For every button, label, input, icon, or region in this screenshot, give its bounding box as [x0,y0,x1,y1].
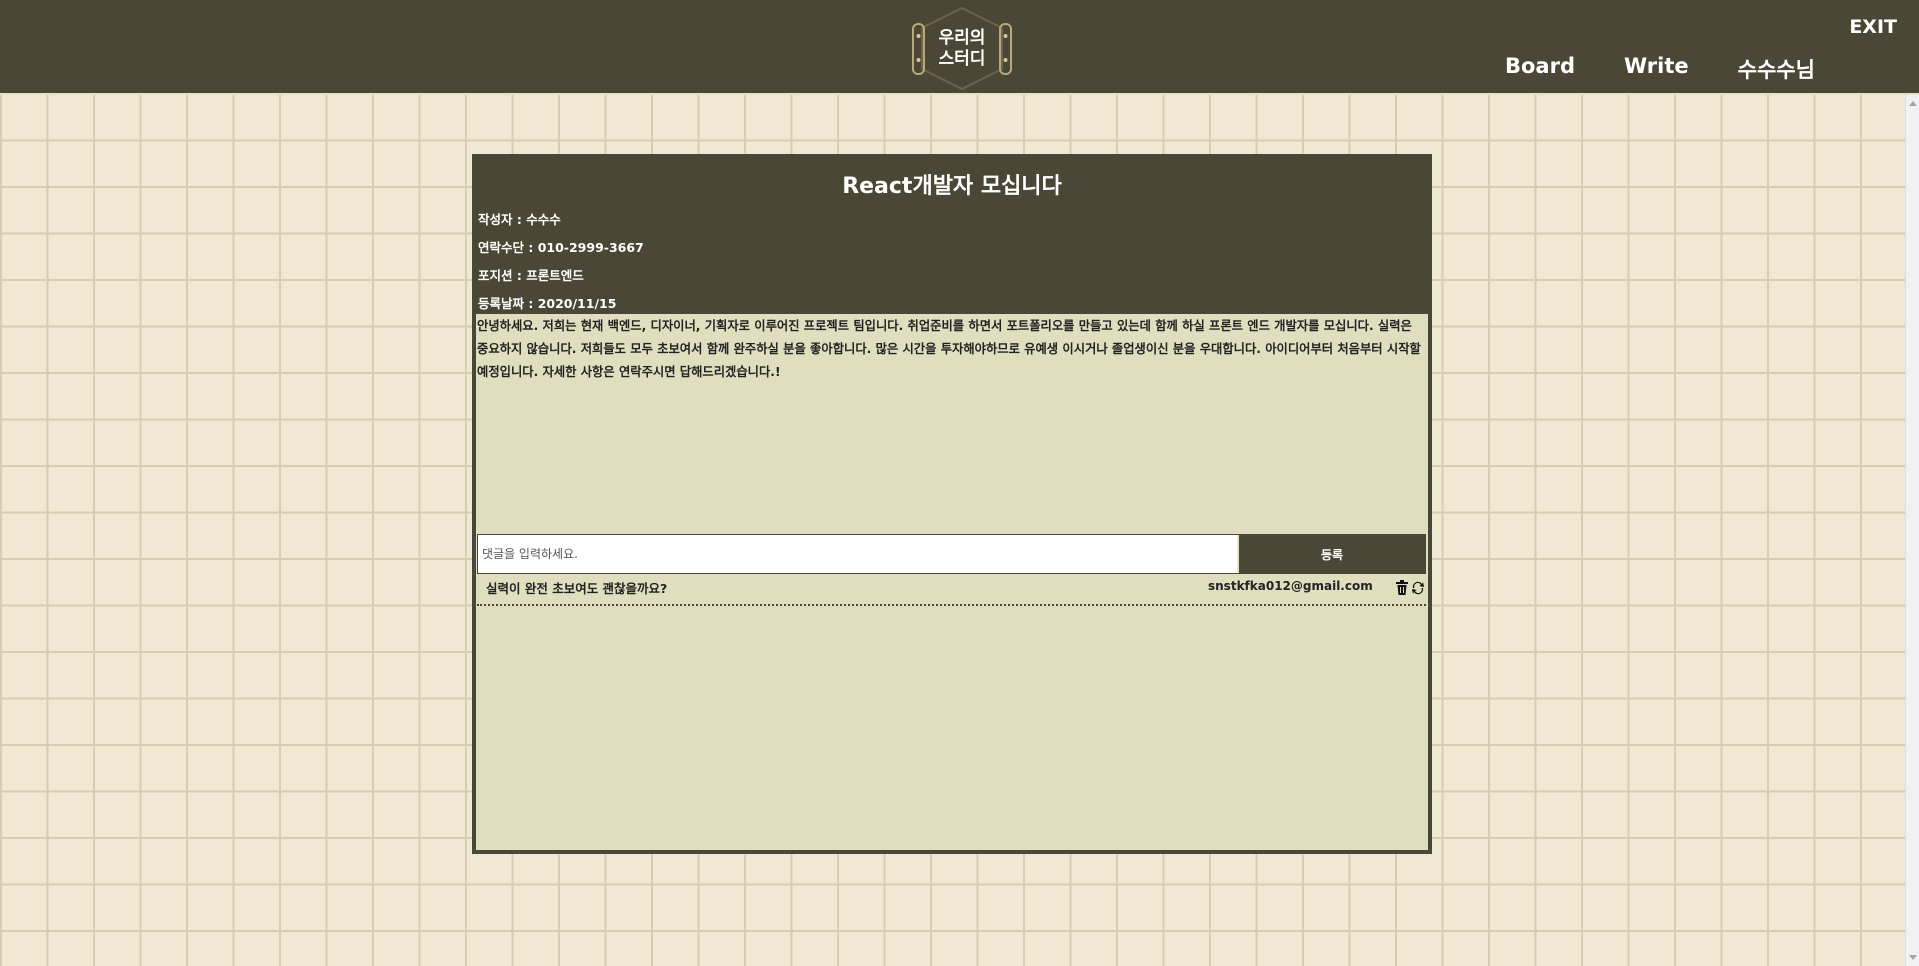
comment-actions [1395,580,1425,596]
comment-list: 실력이 완전 초보여도 괜찮을까요? snstkfka012@gmail.com [477,574,1426,606]
post-author: 작성자 : 수수수 [478,212,561,227]
logo-text-bottom: 스터디 [939,49,986,69]
comment-form: 등록 [477,534,1426,574]
post-card: React개발자 모십니다 작성자 : 수수수 연락수단 : 010-2999-… [472,154,1432,854]
post-body: 안녕하세요. 저희는 현재 백엔드, 디자이너, 기획자로 이루어진 프로젝트 … [477,319,1421,379]
nav-user[interactable]: 수수수님 [1738,54,1815,84]
post-contact: 연락수단 : 010-2999-3667 [478,240,644,255]
nav-board[interactable]: Board [1505,54,1575,84]
post-position: 포지션 : 프론트엔드 [478,268,584,283]
post-title: React개발자 모십니다 [842,174,1062,199]
comment-text: 실력이 완전 초보여도 괜찮을까요? [486,581,668,596]
comment-submit-button[interactable]: 등록 [1237,535,1425,573]
logo[interactable]: 우리의 스터디 [910,6,1014,91]
exit-button[interactable]: EXIT [1849,16,1897,38]
logo-hexagon-icon: 우리의 스터디 [912,6,1012,91]
trash-icon[interactable] [1395,580,1409,596]
refresh-icon[interactable] [1411,580,1425,596]
scroll-down-icon[interactable] [1909,955,1917,960]
vertical-scrollbar[interactable] [1905,95,1919,966]
comment-email: snstkfka012@gmail.com [1208,579,1373,593]
post-content-area: 안녕하세요. 저희는 현재 백엔드, 디자이너, 기획자로 이루어진 프로젝트 … [476,314,1428,850]
nav-write[interactable]: Write [1624,54,1689,84]
scroll-up-icon[interactable] [1909,101,1917,106]
main-nav: Board Write 수수수님 [1505,54,1864,84]
top-header: 우리의 스터디 EXIT Board Write 수수수님 [0,0,1919,95]
comment-input[interactable] [478,535,1237,573]
logo-text-top: 우리의 [939,28,986,48]
comment-item: 실력이 완전 초보여도 괜찮을까요? snstkfka012@gmail.com [477,574,1426,606]
post-meta: 작성자 : 수수수 연락수단 : 010-2999-3667 포지션 : 프론트… [476,206,1428,318]
